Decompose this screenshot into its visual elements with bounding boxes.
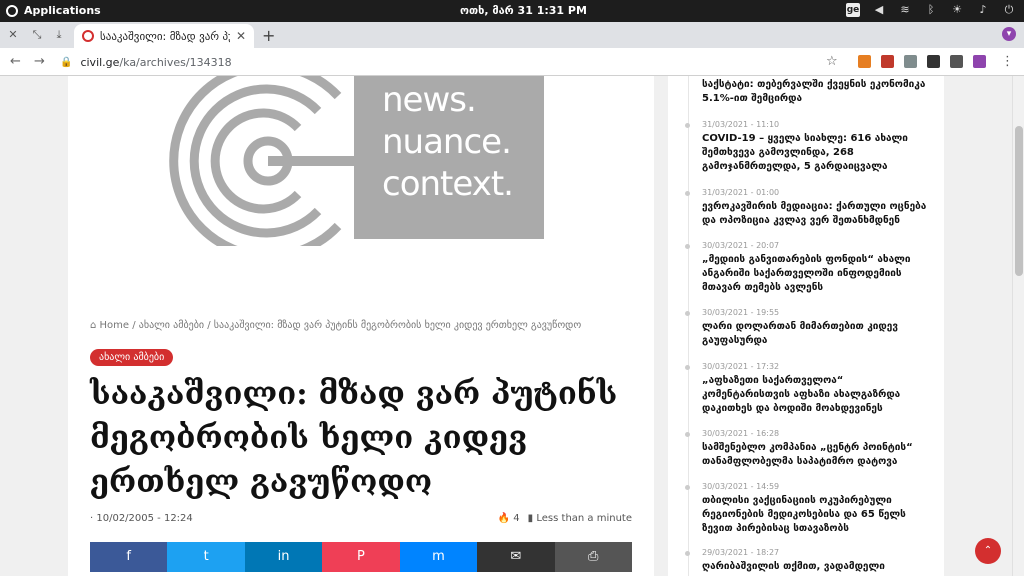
applications-icon — [6, 4, 18, 17]
page-scrollbar[interactable] — [1012, 76, 1024, 576]
sidebar-news-headline[interactable]: თბილისი ვაქცინაციის ოკუპირებული რეგიონებ… — [702, 494, 932, 536]
tab-title: სააკაშვილი: მზად ვარ პუტინს — [100, 29, 230, 43]
share-messenger-button[interactable]: m — [399, 542, 478, 572]
url-path: /ka/archives/134318 — [119, 55, 232, 69]
timeline-line — [688, 76, 689, 576]
article-date-text: 10/02/2005 - 12:24 — [96, 513, 193, 524]
logo-line-3: context. — [382, 164, 514, 204]
read-time-value: Less than a minute — [536, 513, 632, 524]
latest-news-sidebar: საქსტატი: თებერვალში ქვეყნის ეკონომიკა 5… — [668, 76, 944, 576]
puzzle-extensions-icon[interactable] — [927, 55, 940, 68]
sidebar-news-date: 30/03/2021 - 20:07 — [702, 241, 780, 250]
brightness-icon[interactable]: ☀ — [950, 3, 964, 17]
sidebar-news-headline[interactable]: COVID-19 – ყველა სიახლე: 616 ახალი შემთხ… — [702, 132, 932, 174]
article-title: სააკაშვილი: მზად ვარ პუტინს მეგობრობის ხ… — [90, 376, 618, 500]
logo-wordmark: news. nuance. context. — [354, 76, 544, 239]
sidebar-news-date: 31/03/2021 - 01:00 — [702, 188, 780, 197]
notification-icon[interactable]: ♪ — [976, 3, 990, 17]
sidebar-news-date: 30/03/2021 - 19:55 — [702, 308, 780, 317]
system-tray: ge ◀ ≋ ᛒ ☀ ♪ ⏻ — [846, 3, 1016, 17]
extension-icon-1[interactable] — [858, 55, 871, 68]
share-print-button[interactable]: ⎙ — [554, 542, 632, 572]
back-arrow-icon[interactable]: ← — [10, 54, 21, 69]
civil-logo-icon — [169, 76, 354, 246]
timeline-dot — [685, 485, 690, 490]
category-badge[interactable]: ახალი ამბები — [90, 349, 174, 366]
minimize-window-icon[interactable]: ⤓ — [52, 28, 66, 42]
keyboard-layout-badge[interactable]: ge — [846, 3, 860, 17]
timeline-dot — [685, 244, 690, 249]
sidebar-news-date: 30/03/2021 - 16:28 — [702, 429, 780, 438]
sidebar-news-headline[interactable]: ევროკავშირის მედიაცია: ქართული ოცნება და… — [702, 200, 932, 228]
civil-favicon-icon — [82, 30, 94, 42]
system-top-bar: Applications ოთხ, მარ 31 1:31 PM ge ◀ ≋ … — [0, 0, 1024, 22]
volume-icon[interactable]: ◀ — [872, 3, 886, 17]
sidebar-news-date: 30/03/2021 - 17:32 — [702, 362, 780, 371]
extension-icon-3[interactable] — [904, 55, 917, 68]
logo-line-1: news. — [382, 80, 477, 120]
scrollbar-thumb[interactable] — [1015, 126, 1023, 276]
timeline-dot — [685, 365, 690, 370]
sidebar-news-headline[interactable]: სამშენებლო კომპანია „ცენტრ პოინტის“ თანა… — [702, 441, 932, 469]
article-meta: 🔥 4 ▮ Less than a minute — [498, 513, 632, 524]
read-time: ▮ Less than a minute — [528, 513, 632, 524]
forward-arrow-icon[interactable]: → — [34, 54, 45, 69]
share-email-button[interactable]: ✉ — [477, 542, 555, 572]
power-icon[interactable]: ⏻ — [1002, 3, 1016, 17]
sidebar-news-date: 30/03/2021 - 14:59 — [702, 482, 780, 491]
logo-line-2: nuance. — [382, 122, 512, 162]
timeline-dot — [685, 123, 690, 128]
views-count-value: 4 — [513, 513, 520, 524]
bookmark-star-icon[interactable]: ☆ — [826, 54, 838, 69]
article-main: news. nuance. context. ⌂ Home / ახალი ამ… — [68, 76, 654, 576]
share-facebook-button[interactable]: f — [90, 542, 168, 572]
url-field[interactable]: 🔒 civil.ge/ka/archives/134318 — [60, 52, 850, 72]
timeline-dot — [685, 311, 690, 316]
timeline-dot — [685, 551, 690, 556]
timeline-dot — [685, 191, 690, 196]
bluetooth-icon[interactable]: ᛒ — [924, 3, 938, 17]
extension-icon-6[interactable] — [973, 55, 986, 68]
browser-tab-active[interactable]: სააკაშვილი: მზად ვარ პუტინს ✕ — [74, 24, 254, 48]
lock-icon[interactable]: 🔒 — [60, 57, 72, 68]
sidebar-news-headline[interactable]: „მედიის განვითარების ფონდის“ ახალი ანგარ… — [702, 253, 932, 295]
extensions-area — [858, 55, 986, 68]
browser-menu-icon[interactable]: ⋮ — [1001, 54, 1014, 69]
article-featured-image: news. nuance. context. — [168, 76, 548, 246]
system-clock[interactable]: ოთხ, მარ 31 1:31 PM — [460, 4, 587, 17]
sidebar-news-date: 29/03/2021 - 18:27 — [702, 548, 780, 557]
browser-tab-bar: ✕ ⤡ ⤓ სააკაშვილი: მზად ვარ პუტინს ✕ + ▾ — [0, 22, 1024, 48]
network-icon[interactable]: ≋ — [898, 3, 912, 17]
breadcrumb[interactable]: ⌂ Home / ახალი ამბები / სააკაშვილი: მზად… — [90, 320, 581, 331]
applications-label: Applications — [24, 4, 101, 17]
applications-menu[interactable]: Applications — [6, 4, 101, 17]
restore-window-icon[interactable]: ⤡ — [30, 28, 44, 42]
views-count: 🔥 4 — [498, 513, 520, 524]
sidebar-news-date: 31/03/2021 - 11:10 — [702, 120, 780, 129]
close-window-icon[interactable]: ✕ — [6, 28, 20, 42]
tab-close-icon[interactable]: ✕ — [236, 29, 246, 43]
url-domain: civil.ge — [80, 55, 120, 69]
new-tab-button[interactable]: + — [262, 26, 275, 45]
extension-icon-2[interactable] — [881, 55, 894, 68]
timeline-dot — [685, 432, 690, 437]
share-linkedin-button[interactable]: in — [244, 542, 323, 572]
scroll-to-top-button[interactable]: ⌃ — [975, 538, 1001, 564]
sidebar-news-headline[interactable]: ლარი დოლართან მიმართებით კიდევ გაუფასურდ… — [702, 320, 932, 348]
browser-profile-icon[interactable]: ▾ — [1002, 27, 1016, 41]
article-date: · 10/02/2005 - 12:24 — [90, 513, 193, 524]
share-buttons: f t in P m ✉ ⎙ — [90, 542, 632, 572]
bookmark-icon: ▮ — [527, 513, 534, 524]
browser-address-bar: ← → 🔒 civil.ge/ka/archives/134318 ☆ ⋮ — [0, 48, 1024, 76]
sidebar-news-headline[interactable]: საქსტატი: თებერვალში ქვეყნის ეკონომიკა 5… — [702, 78, 932, 106]
playlist-icon[interactable] — [950, 55, 963, 68]
fire-icon: 🔥 — [497, 513, 511, 524]
share-twitter-button[interactable]: t — [167, 542, 245, 572]
share-pocket-button[interactable]: P — [322, 542, 400, 572]
sidebar-news-headline[interactable]: ღარიბაშვილის თქმით, ვადამდელი — [702, 560, 932, 574]
web-page: news. nuance. context. ⌂ Home / ახალი ამ… — [0, 76, 1012, 576]
sidebar-news-headline[interactable]: „აფხაზეთი საქართველოა“ კომენტარისთვის აფ… — [702, 374, 932, 416]
